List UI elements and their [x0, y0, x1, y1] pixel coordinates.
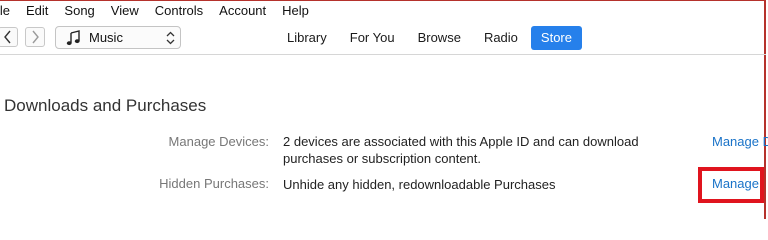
chevron-right-icon	[30, 30, 40, 44]
menu-account[interactable]: Account	[211, 0, 274, 22]
tab-for-you[interactable]: For You	[340, 26, 405, 50]
nav-tabs: Library For You Browse Radio Store	[277, 25, 582, 51]
toolbar: Music Library For You Browse Radio Store	[0, 22, 766, 55]
hidden-purchases-label: Hidden Purchases:	[159, 176, 269, 191]
media-type-select[interactable]: Music	[55, 26, 181, 49]
music-note-icon	[65, 29, 81, 46]
menu-help[interactable]: Help	[274, 0, 317, 22]
hidden-purchases-description: Unhide any hidden, redownloadable Purcha…	[283, 177, 556, 192]
tab-store[interactable]: Store	[530, 26, 582, 50]
menu-view[interactable]: View	[103, 0, 147, 22]
menu-bar: ile Edit Song View Controls Account Help	[0, 0, 766, 22]
section-title: Downloads and Purchases	[4, 96, 207, 115]
chevron-left-icon	[3, 30, 13, 44]
menu-controls[interactable]: Controls	[147, 0, 211, 22]
manage-devices-description: 2 devices are associated with this Apple…	[283, 134, 639, 166]
menu-edit[interactable]: Edit	[18, 0, 56, 22]
tab-library[interactable]: Library	[277, 26, 337, 50]
back-button[interactable]	[0, 27, 18, 47]
media-type-value: Music	[89, 30, 123, 45]
menu-file[interactable]: ile	[0, 0, 18, 22]
tab-browse[interactable]: Browse	[408, 26, 471, 50]
manage-devices-label: Manage Devices:	[168, 134, 269, 149]
highlight-annotation-box	[698, 167, 764, 203]
forward-button[interactable]	[25, 27, 45, 47]
manage-devices-link[interactable]: Manage D	[712, 134, 768, 149]
menu-song[interactable]: Song	[56, 0, 102, 22]
tab-radio[interactable]: Radio	[474, 26, 528, 50]
chevron-updown-icon	[165, 30, 175, 46]
